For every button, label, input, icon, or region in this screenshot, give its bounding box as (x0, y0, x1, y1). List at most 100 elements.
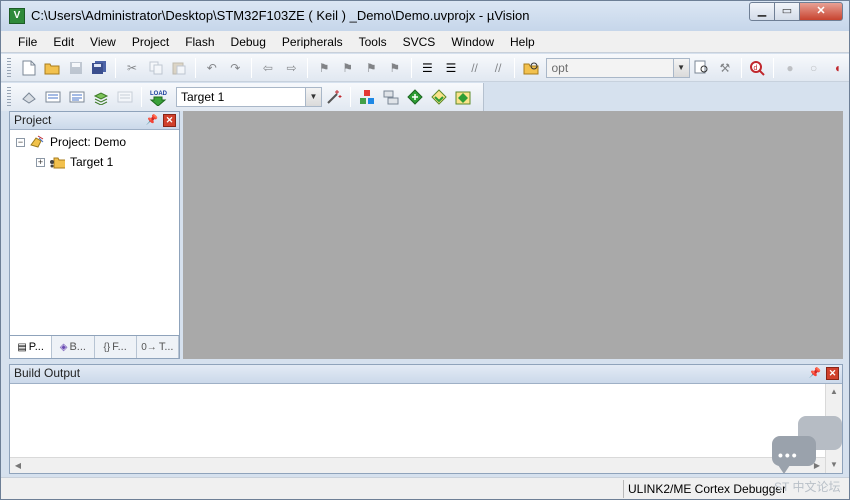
menu-help[interactable]: Help (502, 31, 543, 52)
uvision-window: V C:\Users\Administrator\Desktop\STM32F1… (0, 0, 850, 500)
tab-functions[interactable]: {} F... (95, 336, 137, 358)
copy-button[interactable] (146, 58, 166, 78)
target-options-button[interactable] (324, 87, 344, 107)
debug-session-button[interactable]: ⚒ (715, 58, 735, 78)
uncomment-button[interactable]: // (488, 58, 508, 78)
unindent-icon: ☰ (445, 60, 457, 75)
find-combo[interactable]: opt ▼ (546, 57, 690, 78)
copy-icon (149, 61, 163, 74)
menu-file[interactable]: File (10, 31, 45, 52)
batch-build-button[interactable] (91, 87, 111, 107)
target-select-value: Target 1 (181, 90, 225, 104)
build-output-text[interactable] (10, 384, 825, 457)
find-in-files-button[interactable] (521, 58, 541, 78)
chat-bubble-icon[interactable]: ••• (772, 416, 842, 474)
paste-button[interactable] (169, 58, 189, 78)
pack-installer-button[interactable] (429, 87, 449, 107)
tree-item-label: Target 1 (70, 155, 114, 169)
open-file-button[interactable] (43, 58, 63, 78)
navigate-forward-button[interactable]: ⇨ (282, 58, 302, 78)
comment-button[interactable]: // (465, 58, 485, 78)
cut-button[interactable]: ✂ (122, 58, 142, 78)
pin-icon[interactable]: 📌 (145, 114, 159, 127)
save-button[interactable] (66, 58, 86, 78)
manage-project-items-button[interactable] (357, 87, 377, 107)
toolbar-separator (194, 57, 196, 78)
next-bookmark-button[interactable]: ⚑ (361, 58, 381, 78)
chevron-down-icon[interactable]: ▼ (672, 58, 689, 77)
minimize-button[interactable]: ▁ (749, 2, 775, 21)
tab-templates[interactable]: 0→ T... (137, 336, 179, 358)
close-button[interactable]: ✕ (799, 2, 843, 21)
translate-button[interactable] (19, 87, 39, 107)
insert-bookmark-button[interactable]: ⚑ (314, 58, 334, 78)
menu-debug[interactable]: Debug (223, 31, 274, 52)
save-all-button[interactable] (90, 58, 110, 78)
tree-item-target[interactable]: + Target 1 (36, 154, 113, 170)
navigate-back-button[interactable]: ⇦ (258, 58, 278, 78)
svg-text:LOAD: LOAD (150, 91, 167, 97)
tab-project[interactable]: ▤ P... (10, 336, 53, 358)
tab-books[interactable]: ◈ B... (52, 336, 95, 358)
build-output-header: Build Output 📌 ✕ (10, 365, 842, 384)
maximize-button[interactable]: ▭ (774, 2, 800, 21)
toolbar-grip[interactable] (7, 57, 11, 78)
menu-view[interactable]: View (82, 31, 124, 52)
scroll-up-icon[interactable]: ▲ (826, 384, 842, 400)
magic-wand-icon (327, 90, 342, 104)
software-packs-button[interactable] (453, 87, 473, 107)
start-debug-button[interactable]: d (748, 58, 768, 78)
rebuild-button[interactable] (67, 87, 87, 107)
kill-breakpoints-button[interactable]: ◖ (827, 58, 847, 78)
incremental-find-button[interactable] (692, 58, 712, 78)
undo-button[interactable]: ↶ (202, 58, 222, 78)
menu-tools[interactable]: Tools (351, 31, 395, 52)
status-bar: ULINK2/ME Cortex Debugger ST 中文论坛 (1, 477, 849, 499)
wrench-icon: ⚒ (719, 60, 731, 75)
previous-bookmark-button[interactable]: ⚑ (338, 58, 358, 78)
uvision-app-icon[interactable]: V (9, 8, 25, 24)
menu-peripherals[interactable]: Peripherals (274, 31, 351, 52)
toolbar-grip[interactable] (7, 87, 11, 107)
collapse-icon[interactable]: − (16, 137, 25, 147)
unindent-button[interactable]: ☰ (441, 58, 461, 78)
close-panel-button[interactable]: ✕ (163, 114, 176, 127)
scroll-left-icon[interactable]: ◀ (10, 458, 26, 474)
software-packs-icon (455, 91, 471, 105)
menu-flash[interactable]: Flash (177, 31, 222, 52)
undo-icon: ↶ (206, 60, 217, 75)
arrow-left-icon: ⇦ (262, 60, 273, 75)
manage-rte-button[interactable] (405, 87, 425, 107)
chat-dots: ••• (778, 447, 799, 463)
select-packs-button[interactable] (381, 87, 401, 107)
chevron-down-icon[interactable]: ▼ (305, 88, 321, 106)
indent-button[interactable]: ☰ (418, 58, 438, 78)
target-select[interactable]: Target 1 ▼ (176, 87, 322, 107)
editor-area[interactable] (183, 111, 843, 359)
stop-build-button[interactable] (115, 87, 135, 107)
menu-window[interactable]: Window (443, 31, 502, 52)
enable-breakpoint-button[interactable]: ○ (804, 58, 824, 78)
breakpoint-clear-icon: ◖ (833, 60, 841, 75)
insert-breakpoint-button[interactable]: ● (780, 58, 800, 78)
close-panel-button[interactable]: ✕ (826, 367, 839, 380)
target-folder-icon (49, 155, 65, 169)
toolbar-separator (307, 57, 309, 78)
menu-svcs[interactable]: SVCS (395, 31, 444, 52)
pin-icon[interactable]: 📌 (808, 367, 822, 380)
functions-tab-icon: {} (103, 341, 111, 353)
menu-project[interactable]: Project (124, 31, 177, 52)
project-items-icon (360, 90, 374, 104)
expand-icon[interactable]: + (36, 157, 45, 167)
open-folder-icon (44, 63, 60, 74)
build-button[interactable] (43, 87, 63, 107)
new-file-button[interactable] (19, 58, 39, 78)
redo-button[interactable]: ↷ (226, 58, 246, 78)
menu-edit[interactable]: Edit (45, 31, 82, 52)
tree-item-label: Project: Demo (50, 135, 127, 149)
tree-item-project[interactable]: − Project: Demo (16, 134, 126, 150)
horizontal-scrollbar[interactable]: ◀ ▶ (10, 457, 825, 473)
download-button[interactable]: LOAD (148, 87, 168, 107)
clear-bookmarks-button[interactable]: ⚑ (385, 58, 405, 78)
translate-icon (22, 92, 36, 104)
